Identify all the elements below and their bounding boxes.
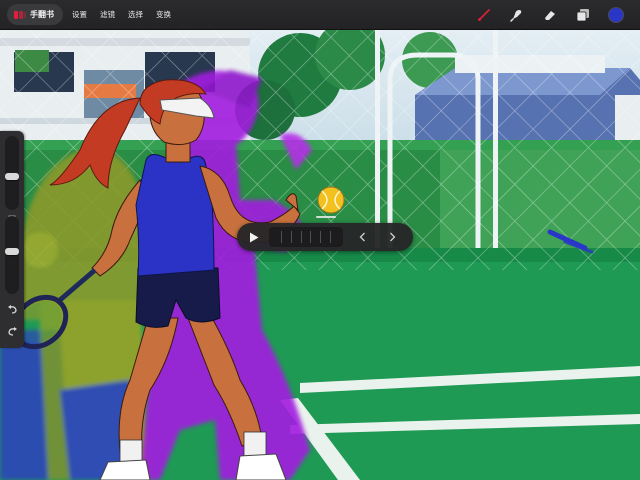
opacity-slider[interactable]	[5, 216, 19, 294]
top-toolbar: 手翻书 设置 滤镜 选择 变换	[0, 0, 640, 30]
layers-tool[interactable]	[576, 8, 590, 22]
color-picker-swatch[interactable]	[609, 8, 623, 22]
main-menu: 设置 滤镜 选择 变换	[72, 9, 171, 20]
left-sidebar	[0, 131, 24, 348]
timeline-frame[interactable]	[281, 231, 283, 243]
timeline-frame[interactable]	[329, 231, 331, 243]
frame-timeline[interactable]	[269, 227, 343, 247]
menu-settings[interactable]: 设置	[72, 9, 87, 20]
brush-size-handle[interactable]	[5, 173, 19, 180]
gallery-label: 手翻书	[30, 10, 54, 19]
tennis-ball	[317, 186, 345, 214]
menu-selection[interactable]: 选择	[128, 9, 143, 20]
chevron-left-icon	[359, 232, 365, 242]
menu-adjustments[interactable]: 滤镜	[100, 9, 115, 20]
opacity-handle[interactable]	[5, 248, 19, 255]
eraser-icon	[545, 11, 555, 20]
timeline-frame[interactable]	[290, 231, 292, 243]
smudge-tool[interactable]	[510, 8, 524, 22]
next-frame-button[interactable]	[377, 227, 407, 247]
play-button[interactable]	[242, 225, 266, 249]
brush-icon	[478, 9, 490, 21]
undo-button[interactable]	[3, 301, 21, 317]
eraser-tool[interactable]	[543, 8, 557, 22]
tool-palette	[477, 0, 623, 30]
menu-transform[interactable]: 变换	[156, 9, 171, 20]
redo-button[interactable]	[3, 323, 21, 339]
undo-icon	[7, 304, 17, 314]
smudge-icon	[510, 10, 522, 22]
brush-size-slider[interactable]	[5, 136, 19, 210]
gallery-button[interactable]: 手翻书	[7, 4, 63, 25]
timeline-frame[interactable]	[310, 231, 312, 243]
redo-icon	[7, 326, 17, 336]
brush-tool[interactable]	[477, 8, 491, 22]
chevron-right-icon	[389, 232, 395, 242]
timeline-frame[interactable]	[319, 231, 321, 243]
timeline-frame[interactable]	[300, 231, 302, 243]
previous-frame-button[interactable]	[347, 227, 377, 247]
flipbook-app-icon	[14, 10, 26, 19]
playbar-drag-handle[interactable]	[316, 216, 336, 218]
play-icon	[250, 232, 259, 242]
animation-playback-bar	[237, 223, 413, 251]
layers-icon	[576, 9, 589, 22]
